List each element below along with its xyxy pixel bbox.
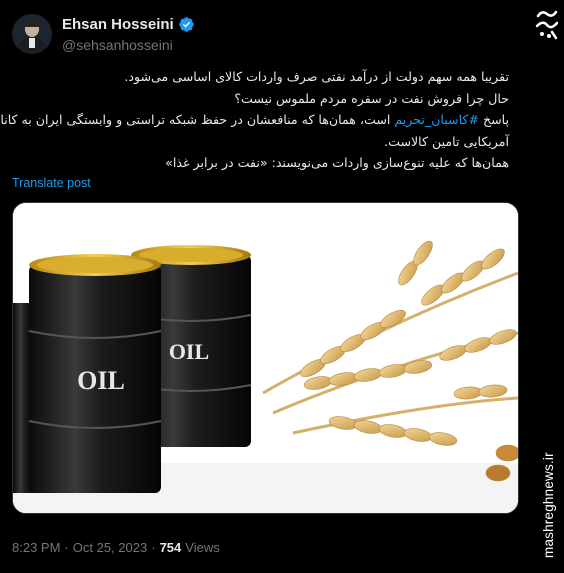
meta-separator: · [151,540,156,555]
author-name[interactable]: Ehsan Hosseini [62,16,174,33]
mashregh-logo-icon [535,10,559,40]
tweet-line-4: آمریکایی تامین کالاست. [384,133,509,149]
tweet-line-3-prefix: پاسخ [478,112,509,127]
barrel-label-back: OIL [169,339,209,364]
tweet-line-2: حال چرا فروش نفت در سفره مردم ملموس نیست… [234,90,509,106]
views-count[interactable]: 754 [160,540,182,555]
tweet-media-image[interactable]: OIL OIL [12,202,519,514]
tweet-date[interactable]: Oct 25, 2023 [73,540,147,555]
oil-barrel-front: OIL [28,254,162,493]
tweet-line-3-suffix: است، همان‌ها که منافعشان در حفظ شبکه ترا… [0,112,395,127]
meta-separator: · [64,540,69,555]
oil-and-wheat-image: OIL OIL [13,203,518,513]
tweet-time[interactable]: 8:23 PM [12,540,60,555]
author-handle[interactable]: @sehsanhosseini [62,37,173,53]
views-label[interactable]: Views [185,540,219,555]
hashtag-link[interactable]: #کاسبان_تحریم [394,112,479,127]
barrel-label-front: OIL [77,366,125,395]
tweet: Ehsan Hosseini @sehsanhosseini تقریبا هم… [0,0,532,573]
tweet-line-3: پاسخ #کاسبان_تحریم است، همان‌ها که منافع… [0,109,509,131]
tweet-line-1: تقریبا همه سهم دولت از درآمد نفتی صرف وا… [124,69,509,84]
watermark-url: mashreghnews.ir [541,452,556,558]
tweet-line-5: همان‌ها که علیه تنوع‌سازی واردات می‌نویس… [165,155,509,170]
author-name-row[interactable]: Ehsan Hosseini [62,16,195,33]
verified-badge-icon [178,17,194,32]
tweet-text: تقریبا همه سهم دولت از درآمد نفتی صرف وا… [0,66,509,174]
watermark-strip: mashreghnews.ir [532,0,564,573]
tweet-meta: 8:23 PM · Oct 25, 2023 · 754 Views [12,540,220,555]
translate-post-link[interactable]: Translate post [12,176,91,190]
tweet-header: Ehsan Hosseini @sehsanhosseini [12,12,512,56]
avatar[interactable] [12,14,52,54]
